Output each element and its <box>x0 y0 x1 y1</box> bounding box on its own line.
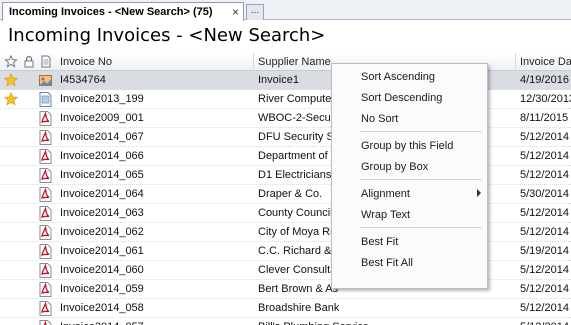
pdf-icon <box>39 111 52 126</box>
invoice-no-cell: Invoice2009_001 <box>60 112 144 124</box>
invoice-no-cell: Invoice2014_065 <box>60 169 144 181</box>
invoice-no-cell: Invoice2014_059 <box>60 283 144 295</box>
document-icon[interactable] <box>40 55 52 68</box>
menu-item-label: Alignment <box>361 188 410 200</box>
table-row[interactable]: Invoice2014_057Bill's Plumbing Service5/… <box>0 318 571 325</box>
menu-item-best-fit[interactable]: Best Fit <box>332 231 487 252</box>
menu-separator <box>360 131 482 132</box>
tab-label: Incoming Invoices - <New Search> (75) <box>9 6 213 18</box>
lock-icon[interactable] <box>23 55 35 68</box>
menu-item-label: No Sort <box>361 113 399 125</box>
pdf-icon <box>39 187 52 202</box>
menu-separator <box>360 179 482 180</box>
scanned-document-icon <box>39 92 52 107</box>
supplier-name-cell: Bill's Plumbing Service <box>254 318 516 325</box>
image-document-icon <box>39 73 52 88</box>
invoice-date-cell: 5/12/2014 <box>520 264 569 276</box>
submenu-arrow-icon <box>477 189 481 197</box>
menu-item-sort-ascending[interactable]: Sort Ascending <box>332 66 487 87</box>
invoice-no-cell: Invoice2013_199 <box>60 93 144 105</box>
pdf-icon <box>39 130 52 145</box>
menu-item-group-by-this-field[interactable]: Group by this Field <box>332 135 487 156</box>
invoice-no-cell: Invoice2014_064 <box>60 188 144 200</box>
invoice-date-cell: 5/12/2014 <box>520 226 569 238</box>
invoice-no-cell: Invoice2014_067 <box>60 131 144 143</box>
invoice-no-cell: Invoice2014_062 <box>60 226 144 238</box>
menu-item-label: Sort Descending <box>361 92 443 104</box>
menu-item-best-fit-all[interactable]: Best Fit All <box>332 252 487 273</box>
menu-item-label: Best Fit <box>361 236 399 248</box>
menu-item-label: Group by this Field <box>361 140 454 152</box>
menu-item-sort-descending[interactable]: Sort Descending <box>332 87 487 108</box>
page-title: Incoming Invoices - <New Search> <box>8 25 326 46</box>
menu-item-label: Wrap Text <box>361 209 411 221</box>
invoice-date-cell: 4/19/2016 <box>520 74 569 86</box>
invoice-date-cell: 5/12/2014 <box>516 318 571 325</box>
tab-overflow-button[interactable]: ... <box>246 4 264 20</box>
tab-incoming-invoices[interactable]: Incoming Invoices - <New Search> (75) × <box>2 2 244 21</box>
menu-item-group-by-box[interactable]: Group by Box <box>332 156 487 177</box>
star-outline-icon[interactable] <box>4 55 18 68</box>
table-row[interactable]: Invoice2014_058 Broadshire Bank 5/12/2014 <box>0 299 571 318</box>
pdf-icon <box>39 263 52 278</box>
invoice-no-cell: Invoice2014_058 <box>60 302 144 314</box>
invoice-date-cell: 5/12/2014 <box>520 150 569 162</box>
invoice-date-cell: 5/12/2014 <box>520 207 569 219</box>
menu-item-alignment[interactable]: Alignment <box>332 183 487 204</box>
tab-strip: Incoming Invoices - <New Search> (75) × … <box>0 0 571 21</box>
pdf-icon <box>39 301 52 316</box>
invoice-date-cell: 5/12/2014 <box>520 169 569 181</box>
invoice-date-cell: 5/12/2014 <box>520 302 569 314</box>
pdf-icon <box>39 244 52 259</box>
pdf-icon <box>39 282 52 297</box>
pdf-icon <box>39 149 52 164</box>
invoice-no-cell: Invoice2014_066 <box>60 150 144 162</box>
menu-item-no-sort[interactable]: No Sort <box>332 108 487 129</box>
invoice-no-cell: Invoice2014_061 <box>60 245 144 257</box>
invoice-date-cell: 5/30/2014 <box>520 188 569 200</box>
close-icon[interactable]: × <box>232 5 239 19</box>
invoice-no-cell: Invoice2014_063 <box>60 207 144 219</box>
menu-item-wrap-text[interactable]: Wrap Text <box>332 204 487 225</box>
invoice-date-cell: 12/30/2013 <box>520 93 571 105</box>
invoice-date-cell: 5/12/2014 <box>520 283 569 295</box>
star-icon[interactable] <box>3 72 19 87</box>
pdf-icon <box>39 206 52 221</box>
pdf-icon <box>39 168 52 183</box>
invoice-no-cell: I4534764 <box>60 74 106 86</box>
pdf-icon <box>39 225 52 240</box>
menu-item-label: Group by Box <box>361 161 429 173</box>
invoice-date-cell: 5/12/2014 <box>520 131 569 143</box>
column-header-invoice-date[interactable]: Invoice Da <box>516 53 571 71</box>
column-header-invoice-no[interactable]: Invoice No <box>56 53 254 71</box>
menu-item-label: Best Fit All <box>361 257 413 269</box>
menu-separator <box>360 227 482 228</box>
supplier-name-cell: Broadshire Bank <box>258 302 340 314</box>
invoice-no-cell: Invoice2014_057 <box>56 318 254 325</box>
star-icon[interactable] <box>3 91 19 106</box>
menu-item-label: Sort Ascending <box>361 71 435 83</box>
pdf-icon <box>39 320 52 325</box>
invoice-date-cell: 5/19/2014 <box>520 245 569 257</box>
invoice-no-cell: Invoice2014_060 <box>60 264 144 276</box>
invoice-date-cell: 8/11/2015 <box>520 112 569 124</box>
column-context-menu: Sort Ascending Sort Descending No Sort Grou… <box>331 63 488 289</box>
